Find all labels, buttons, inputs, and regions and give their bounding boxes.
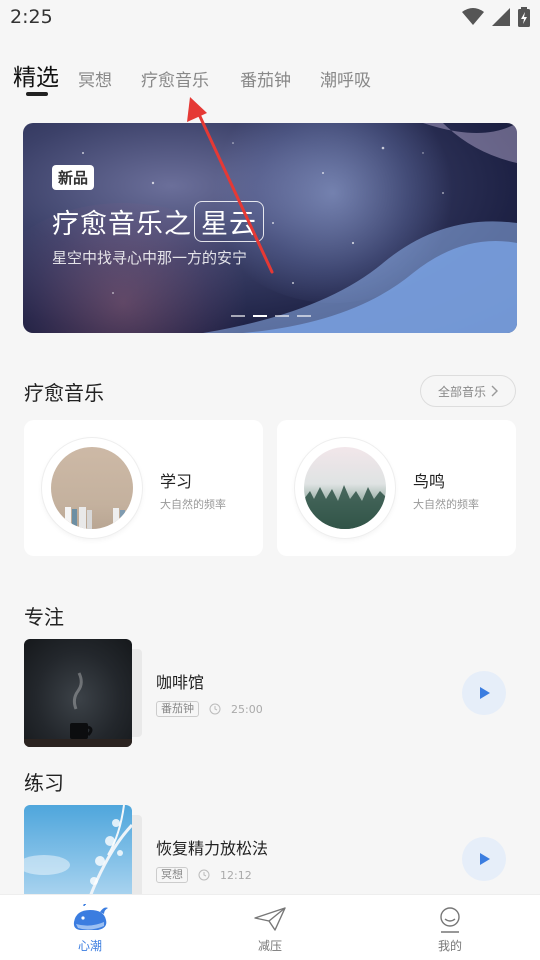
section-title-healing-music: 疗愈音乐	[24, 381, 104, 405]
duration: 25:00	[231, 702, 263, 716]
music-thumb-ring	[42, 438, 142, 538]
carousel-dot[interactable]	[231, 315, 245, 317]
banner-carousel[interactable]: 新品 疗愈音乐之 星云 星空中找寻心中那一方的安宁	[23, 123, 517, 333]
tab-indicator	[26, 92, 48, 96]
list-item-cafe[interactable]: 咖啡馆 番茄钟 25:00	[24, 639, 516, 747]
nav-label: 减压	[257, 939, 282, 953]
banner-subtitle: 星空中找寻心中那一方的安宁	[52, 249, 248, 267]
thumb-shadow	[132, 815, 142, 903]
wifi-icon	[462, 8, 484, 25]
music-card-birdsong[interactable]: 鸟鸣 大自然的频率	[277, 420, 516, 556]
music-desc: 大自然的频率	[413, 498, 479, 511]
top-tabs: 精选 冥想 疗愈音乐 番茄钟 潮呼吸	[0, 54, 540, 100]
list-title: 咖啡馆	[156, 673, 205, 692]
music-name: 学习	[160, 472, 193, 491]
play-button[interactable]	[462, 837, 506, 881]
all-music-button[interactable]: 全部音乐	[420, 375, 516, 407]
nav-item-profile[interactable]: 我的	[360, 895, 540, 960]
tab-pomodoro[interactable]: 番茄钟	[240, 66, 291, 91]
status-time: 2:25	[10, 6, 53, 28]
list-title: 恢复精力放松法	[156, 839, 269, 858]
paper-plane-icon	[250, 903, 290, 935]
books-icon	[65, 507, 125, 529]
new-badge: 新品	[52, 165, 95, 190]
bottom-nav: 心潮 减压 我的	[0, 894, 540, 960]
music-desc: 大自然的频率	[160, 498, 226, 511]
carousel-dot[interactable]	[275, 315, 289, 317]
section-title-practice: 练习	[24, 771, 64, 795]
clock-icon	[198, 869, 210, 881]
tab-healing-music[interactable]: 疗愈音乐	[141, 66, 209, 91]
banner-title-highlight: 星云	[194, 201, 264, 242]
thumb-shadow	[132, 649, 142, 737]
tab-featured[interactable]: 精选	[13, 58, 59, 92]
music-card-study[interactable]: 学习 大自然的频率	[24, 420, 263, 556]
birdsong-thumbnail	[304, 447, 386, 529]
status-bar: 2:25	[0, 0, 540, 36]
carousel-dots	[231, 315, 311, 317]
tab-tidal-breathing[interactable]: 潮呼吸	[320, 66, 371, 91]
battery-icon	[518, 7, 530, 27]
play-button[interactable]	[462, 671, 506, 715]
profile-icon	[430, 903, 470, 935]
coffee-cup-icon	[24, 672, 132, 747]
carousel-dot[interactable]	[297, 315, 311, 317]
whale-icon	[70, 903, 110, 935]
banner-title: 疗愈音乐之 星云	[52, 201, 264, 242]
play-icon	[480, 853, 490, 865]
duration: 12:12	[220, 868, 252, 882]
music-thumb-ring	[295, 438, 395, 538]
music-name: 鸟鸣	[413, 472, 446, 491]
tab-meditation[interactable]: 冥想	[78, 66, 112, 91]
list-meta: 冥想 12:12	[156, 867, 252, 883]
nav-label: 我的	[437, 939, 462, 953]
forest-icon	[304, 485, 386, 529]
signal-icon	[492, 8, 510, 26]
nav-item-xinchao[interactable]: 心潮	[0, 895, 180, 960]
carousel-dot-active[interactable]	[253, 315, 267, 317]
section-title-focus: 专注	[24, 605, 64, 629]
category-tag: 冥想	[156, 867, 188, 883]
banner-title-prefix: 疗愈音乐之	[52, 209, 192, 240]
nav-label: 心潮	[77, 939, 102, 953]
status-icons	[462, 7, 530, 27]
clock-icon	[209, 703, 221, 715]
category-tag: 番茄钟	[156, 701, 199, 717]
all-music-label: 全部音乐	[437, 384, 486, 399]
list-meta: 番茄钟 25:00	[156, 701, 263, 717]
chevron-right-icon	[491, 385, 498, 397]
nav-item-decompress[interactable]: 减压	[180, 895, 360, 960]
cafe-thumbnail	[24, 639, 132, 747]
study-thumbnail	[51, 447, 133, 529]
play-icon	[480, 687, 490, 699]
